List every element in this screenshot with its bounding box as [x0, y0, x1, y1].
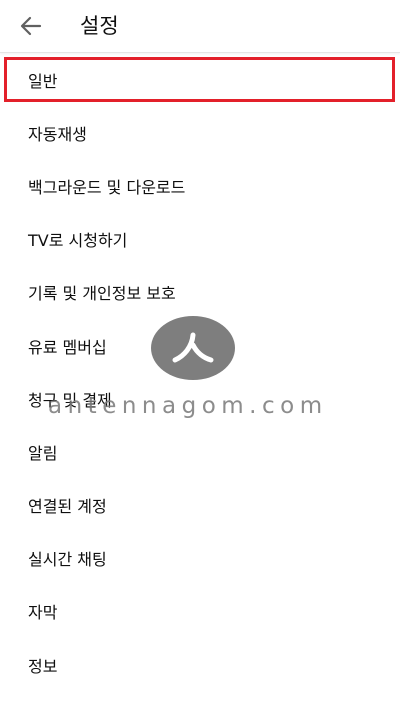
- settings-item-label: 자막: [28, 603, 58, 623]
- settings-item-live-chat[interactable]: 실시간 채팅: [0, 532, 400, 585]
- settings-item-notifications[interactable]: 알림: [0, 425, 400, 478]
- settings-item-label: 기록 및 개인정보 보호: [28, 284, 176, 304]
- settings-item-label: 청구 및 결제: [28, 390, 112, 410]
- page-title: 설정: [80, 14, 119, 38]
- back-button[interactable]: [14, 10, 48, 42]
- settings-item-general[interactable]: 일반: [0, 53, 400, 106]
- settings-item-label: 일반: [28, 71, 58, 91]
- app-bar: 설정: [0, 0, 400, 53]
- settings-item-label: 알림: [28, 443, 58, 463]
- settings-item-captions[interactable]: 자막: [0, 585, 400, 638]
- settings-list: 일반 자동재생 백그라운드 및 다운로드 TV로 시청하기 기록 및 개인정보 …: [0, 53, 400, 691]
- settings-item-label: 백그라운드 및 다운로드: [28, 177, 186, 197]
- settings-item-about[interactable]: 정보: [0, 638, 400, 691]
- settings-item-label: 정보: [28, 656, 58, 676]
- settings-item-label: 유료 멤버십: [28, 337, 107, 357]
- settings-item-label: TV로 시청하기: [28, 231, 128, 251]
- settings-item-label: 연결된 계정: [28, 497, 107, 517]
- settings-item-watch-on-tv[interactable]: TV로 시청하기: [0, 213, 400, 266]
- settings-item-label: 자동재생: [28, 124, 87, 144]
- settings-item-autoplay[interactable]: 자동재생: [0, 106, 400, 159]
- settings-item-background-downloads[interactable]: 백그라운드 및 다운로드: [0, 159, 400, 212]
- settings-item-paid-memberships[interactable]: 유료 멤버십: [0, 319, 400, 372]
- settings-item-history-privacy[interactable]: 기록 및 개인정보 보호: [0, 266, 400, 319]
- arrow-left-icon: [20, 16, 42, 36]
- settings-item-connected-accounts[interactable]: 연결된 계정: [0, 479, 400, 532]
- settings-item-billing-payments[interactable]: 청구 및 결제: [0, 372, 400, 425]
- settings-item-label: 실시간 채팅: [28, 550, 107, 570]
